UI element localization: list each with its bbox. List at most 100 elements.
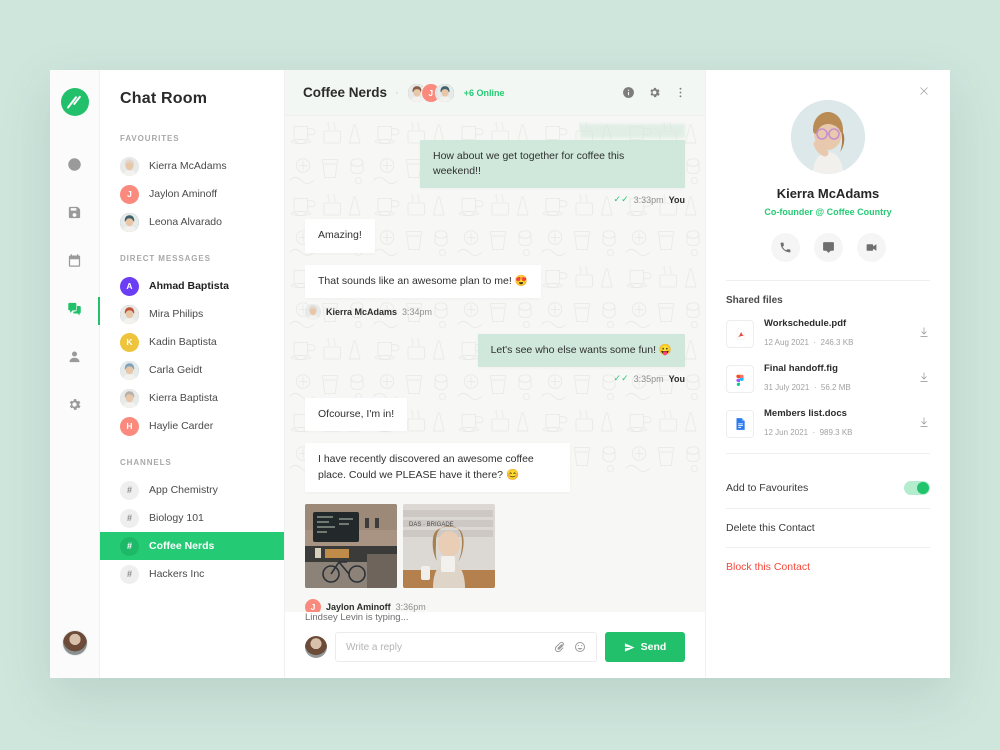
sidebar-groups: FAVOURITES Kierra McAdams J Jaylon Aminoff L… xyxy=(100,134,284,588)
sidebar-item-label: Jaylon Aminoff xyxy=(149,188,218,200)
file-name: Final handoff.fig xyxy=(764,363,838,374)
download-icon[interactable] xyxy=(918,370,930,388)
file-meta: 12 Aug 2021 · 246.3 KB xyxy=(764,338,854,347)
contact-name: Kierra McAdams xyxy=(776,186,880,201)
clock-icon xyxy=(67,157,82,177)
sidebar-item-carla-geidt[interactable]: Carla Geidt xyxy=(100,356,284,384)
more-vertical-icon[interactable] xyxy=(674,86,687,99)
chat-header-actions xyxy=(622,86,687,99)
typing-indicator: Lindsey Levin is typing... xyxy=(305,612,409,623)
reply-input-wrapper[interactable] xyxy=(335,632,597,662)
sidebar-item-app-chemistry[interactable]: # App Chemistry xyxy=(100,476,284,504)
sidebar-item-hackers-inc[interactable]: # Hackers Inc xyxy=(100,560,284,588)
favourites-toggle[interactable] xyxy=(904,481,930,495)
sidebar-item-ahmad-baptista[interactable]: A Ahmad Baptista xyxy=(100,272,284,300)
sidebar-item-kierra-baptista[interactable]: Kierra Baptista xyxy=(100,384,284,412)
smiley-icon[interactable] xyxy=(574,641,586,653)
sidebar-item-haylie-carder[interactable]: H Haylie Carder xyxy=(100,412,284,440)
sidebar-item-leona-alvarado[interactable]: Leona Alvarado xyxy=(100,208,284,236)
member-avatar-group[interactable]: J xyxy=(406,82,455,103)
shared-file-row[interactable]: Workschedule.pdf 12 Aug 2021 · 246.3 KB xyxy=(726,318,930,350)
message-author: Jaylon Aminoff xyxy=(326,601,391,612)
sidebar-group-label: CHANNELS xyxy=(120,458,172,467)
hash-icon: # xyxy=(120,564,139,584)
message-meta: J Jaylon Aminoff 3:36pm xyxy=(305,598,685,612)
message-row: Let's see who else wants some fun! 😛 xyxy=(305,333,685,368)
message-row: That sounds like an awesome plan to me! … xyxy=(305,264,685,298)
fig-file-icon xyxy=(726,365,754,393)
shared-files-title: Shared files xyxy=(726,295,783,306)
option-add-to-favourites[interactable]: Add to Favourites xyxy=(726,468,930,509)
sidebar: Chat Room FAVOURITES Kierra McAdams J Jaylo… xyxy=(100,70,285,678)
cafe-interior-photo[interactable] xyxy=(305,503,397,588)
shared-file-row[interactable]: Final handoff.fig 31 July 2021 · 56.2 MB xyxy=(726,363,930,395)
sidebar-item-label: App Chemistry xyxy=(149,484,218,496)
message-row: Ofcourse, I'm in! xyxy=(305,398,685,432)
message-row: How about we get together for coffee thi… xyxy=(305,140,685,189)
sidebar-item-coffee-nerds[interactable]: # Coffee Nerds xyxy=(100,532,284,560)
rail-item-settings[interactable] xyxy=(58,390,92,424)
send-button[interactable]: Send xyxy=(605,632,685,662)
file-name: Workschedule.pdf xyxy=(764,318,847,329)
sidebar-item-jaylon-aminoff[interactable]: J Jaylon Aminoff xyxy=(100,180,284,208)
rail-item-saved[interactable] xyxy=(58,198,92,232)
sidebar-item-label: Carla Geidt xyxy=(149,364,203,376)
avatar xyxy=(120,304,139,324)
rail-item-activity[interactable] xyxy=(58,150,92,184)
message-row: I have recently discovered an awesome co… xyxy=(305,443,685,492)
phone-icon[interactable] xyxy=(770,233,800,262)
avatar: H xyxy=(120,416,139,436)
search-input[interactable] xyxy=(346,641,553,653)
rail-item-calendar[interactable] xyxy=(58,246,92,280)
sidebar-item-label: Mira Philips xyxy=(149,308,204,320)
close-icon[interactable] xyxy=(918,84,932,98)
download-icon[interactable] xyxy=(918,415,930,433)
message-bubble: That sounds like an awesome plan to me! … xyxy=(305,264,541,298)
sidebar-group: CHANNELS # App Chemistry # Biology 101 # Coffe… xyxy=(100,458,284,588)
message-time: 3:33pm xyxy=(633,194,664,205)
online-count: +6 Online xyxy=(463,87,505,98)
chat-icon xyxy=(67,301,82,321)
sidebar-item-mira-philips[interactable]: Mira Philips xyxy=(100,300,284,328)
hash-icon: # xyxy=(120,480,139,500)
shared-file-row[interactable]: Members list.docs 12 Jun 2021 · 989.3 KB xyxy=(726,408,930,440)
download-icon[interactable] xyxy=(918,325,930,343)
header-separator: · xyxy=(395,86,399,99)
message-bubble: Ofcourse, I'm in! xyxy=(305,398,408,432)
file-info: Members list.docs 12 Jun 2021 · 989.3 KB xyxy=(764,408,908,440)
chat-panel: Coffee Nerds · J +6 Online How about we … xyxy=(285,70,705,678)
sidebar-group: DIRECT MESSAGES A Ahmad Baptista Mira Phili… xyxy=(100,254,284,440)
send-icon xyxy=(624,642,635,652)
contact-profile: Kierra McAdams Co-founder @ Coffee Count… xyxy=(726,84,930,217)
message-area[interactable]: How about we get together for coffee thi… xyxy=(285,116,705,612)
sidebar-item-biology-101[interactable]: # Biology 101 xyxy=(100,504,284,532)
file-meta: 12 Jun 2021 · 989.3 KB xyxy=(764,428,853,437)
option-label: Add to Favourites xyxy=(726,482,809,494)
woman-with-cup-photo[interactable]: DAS · BRIGADE xyxy=(403,503,495,588)
sidebar-item-kadin-baptista[interactable]: K Kadin Baptista xyxy=(100,328,284,356)
read-receipt-icon: ✓✓ xyxy=(613,194,629,205)
composer: Lindsey Levin is typing... Send xyxy=(285,612,705,678)
message-author: You xyxy=(668,194,685,205)
contact-panel: Kierra McAdams Co-founder @ Coffee Count… xyxy=(705,70,950,678)
gear-icon[interactable] xyxy=(648,86,661,99)
sidebar-group-label: FAVOURITES xyxy=(120,134,180,143)
avatar xyxy=(120,212,139,232)
avatar xyxy=(305,303,321,320)
rail-item-profile[interactable] xyxy=(58,342,92,376)
sidebar-item-kierra-mcadams[interactable]: Kierra McAdams xyxy=(100,152,284,180)
sidebar-group: FAVOURITES Kierra McAdams J Jaylon Aminoff L… xyxy=(100,134,284,236)
rail-item-chat[interactable] xyxy=(58,294,100,328)
message-icon[interactable] xyxy=(813,233,843,262)
video-icon[interactable] xyxy=(856,233,886,262)
contact-options: Add to Favourites Delete this Contact Bloc… xyxy=(726,453,930,586)
current-user-avatar[interactable] xyxy=(61,630,88,656)
option-label: Delete this Contact xyxy=(726,522,815,534)
photo-message[interactable]: DAS · BRIGADE xyxy=(305,503,685,593)
composer-avatar xyxy=(305,636,327,658)
option-block-this-contact[interactable]: Block this Contact xyxy=(726,548,930,586)
avatar: K xyxy=(120,332,139,352)
info-icon[interactable] xyxy=(622,86,635,99)
paperclip-icon[interactable] xyxy=(553,641,565,653)
option-delete-this-contact[interactable]: Delete this Contact xyxy=(726,509,930,548)
